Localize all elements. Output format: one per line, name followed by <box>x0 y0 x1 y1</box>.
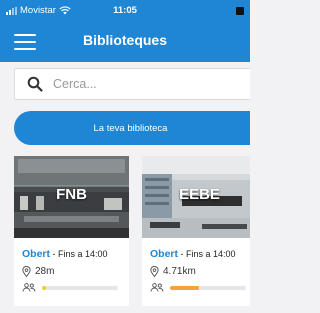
nav-bar: Biblioteques <box>0 22 250 62</box>
people-icon <box>150 283 164 292</box>
occupancy-bar <box>42 285 118 290</box>
library-photo-fnb: FNB <box>14 156 129 238</box>
library-status-eebe: Obert - Fins a 14:00 <box>150 248 236 260</box>
library-card-eebe[interactable]: EEBE Obert - Fins a 14:00 4.71km <box>142 156 250 306</box>
app-screen: Movistar 11:05 Biblioteques La teva bibl… <box>0 0 250 313</box>
status-time: 11:05 <box>113 5 137 16</box>
open-status: Obert <box>22 248 51 260</box>
library-distance-eebe: 4.71km <box>150 266 196 277</box>
search-icon <box>27 76 43 92</box>
occupancy-fill <box>170 285 199 290</box>
status-bar: Movistar 11:05 <box>0 0 250 22</box>
people-icon <box>22 283 36 292</box>
occupancy-fnb <box>22 283 118 292</box>
library-name-eebe: EEBE <box>179 186 220 203</box>
closing-time: - Fins a 14:00 <box>178 249 236 259</box>
location-pin-icon <box>150 266 159 277</box>
my-library-button[interactable]: La teva biblioteca <box>14 111 250 145</box>
closing-time: - Fins a 14:00 <box>50 249 108 259</box>
occupancy-eebe <box>150 283 246 292</box>
battery-icon <box>236 7 244 15</box>
library-status-fnb: Obert - Fins a 14:00 <box>22 248 108 260</box>
search-input[interactable] <box>53 77 233 91</box>
my-library-button-label: La teva biblioteca <box>93 122 168 134</box>
search-bar <box>14 68 250 100</box>
distance-value: 4.71km <box>163 266 196 277</box>
library-card-fnb[interactable]: FNB Obert - Fins a 14:00 28m <box>14 156 129 306</box>
library-photo-eebe: EEBE <box>142 156 250 238</box>
open-status: Obert <box>150 248 179 260</box>
library-distance-fnb: 28m <box>22 266 54 277</box>
occupancy-fill <box>42 285 46 290</box>
page-title: Biblioteques <box>82 32 167 48</box>
occupancy-bar <box>170 285 246 290</box>
library-name-fnb: FNB <box>56 186 87 203</box>
location-pin-icon <box>22 266 31 277</box>
distance-value: 28m <box>35 266 55 277</box>
